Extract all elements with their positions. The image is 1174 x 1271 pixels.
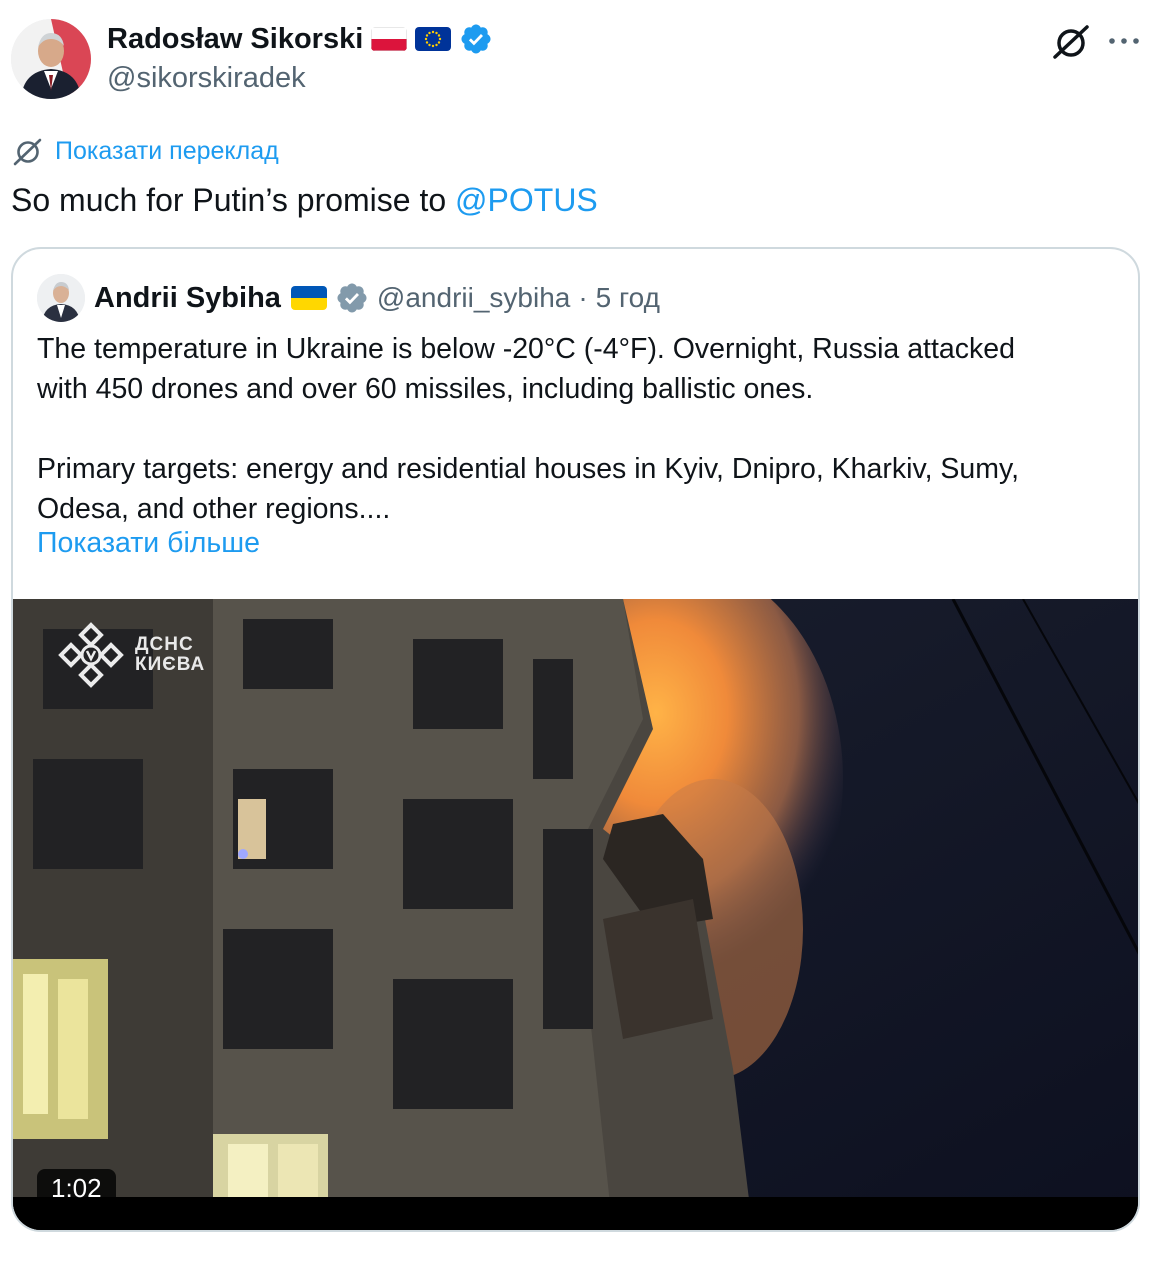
- dsns-emblem-icon: [58, 622, 124, 688]
- video-player[interactable]: ДСНС КИЄВА 1:02: [13, 599, 1138, 1230]
- quoted-tweet-text: The temperature in Ukraine is below -20°…: [37, 329, 1117, 529]
- watermark-line2: КИЄВА: [135, 654, 206, 675]
- tweet-text-body: So much for Putin’s promise to: [11, 182, 456, 218]
- poland-flag-icon: [371, 27, 408, 51]
- dsns-watermark: ДСНС КИЄВА: [57, 621, 205, 689]
- more-icon: [1109, 38, 1139, 44]
- author-name-row[interactable]: Radosław Sikorski: [107, 20, 493, 58]
- verified-gray-badge-icon: [337, 283, 367, 313]
- more-options-button[interactable]: [1104, 26, 1144, 56]
- watermark-text: ДСНС КИЄВА: [135, 635, 205, 675]
- quoted-text-line: Primary targets: energy and residential …: [37, 453, 1020, 485]
- show-more-link[interactable]: Показати більше: [37, 527, 260, 560]
- quoted-text-line: The temperature in Ukraine is below -20°…: [37, 333, 1015, 365]
- tweet-text: So much for Putin’s promise to @POTUS: [11, 178, 598, 222]
- video-duration-badge: 1:02: [37, 1169, 116, 1207]
- grok-icon: [1053, 25, 1089, 59]
- quoted-handle[interactable]: @andrii_sybiha: [377, 282, 570, 314]
- mention-link[interactable]: @POTUS: [455, 182, 598, 218]
- verified-badge-icon: [461, 24, 491, 54]
- quoted-text-line: with 450 drones and over 60 missiles, in…: [37, 373, 814, 405]
- author-handle[interactable]: @sikorskiradek: [107, 62, 306, 95]
- video-frame: [13, 599, 1138, 1230]
- quoted-author-row[interactable]: Andrii Sybiha @andrii_sybiha · 5 год: [94, 275, 660, 321]
- author-display-name[interactable]: Radosław Sikorski: [107, 23, 363, 56]
- translate-row[interactable]: Показати переклад: [11, 134, 279, 168]
- author-avatar[interactable]: [11, 19, 91, 99]
- watermark-line1: ДСНС: [135, 634, 194, 655]
- tweet: Radosław Sikorski @sikorskiradek Показат…: [0, 0, 1174, 1271]
- quoted-author-avatar[interactable]: [37, 274, 85, 322]
- translate-icon: [13, 138, 42, 166]
- eu-flag-icon: [415, 27, 452, 51]
- quoted-timestamp[interactable]: 5 год: [596, 282, 660, 314]
- ukraine-flag-icon: [290, 286, 327, 310]
- video-progress-bar[interactable]: [13, 1197, 1138, 1230]
- quoted-tweet-card[interactable]: Andrii Sybiha @andrii_sybiha · 5 год The…: [11, 247, 1140, 1232]
- grok-button[interactable]: [1050, 22, 1090, 62]
- show-translation-link[interactable]: Показати переклад: [55, 137, 279, 166]
- dot-separator: ·: [578, 282, 588, 313]
- quoted-display-name[interactable]: Andrii Sybiha: [94, 282, 281, 315]
- quoted-text-line: Odesa, and other regions....: [37, 493, 391, 525]
